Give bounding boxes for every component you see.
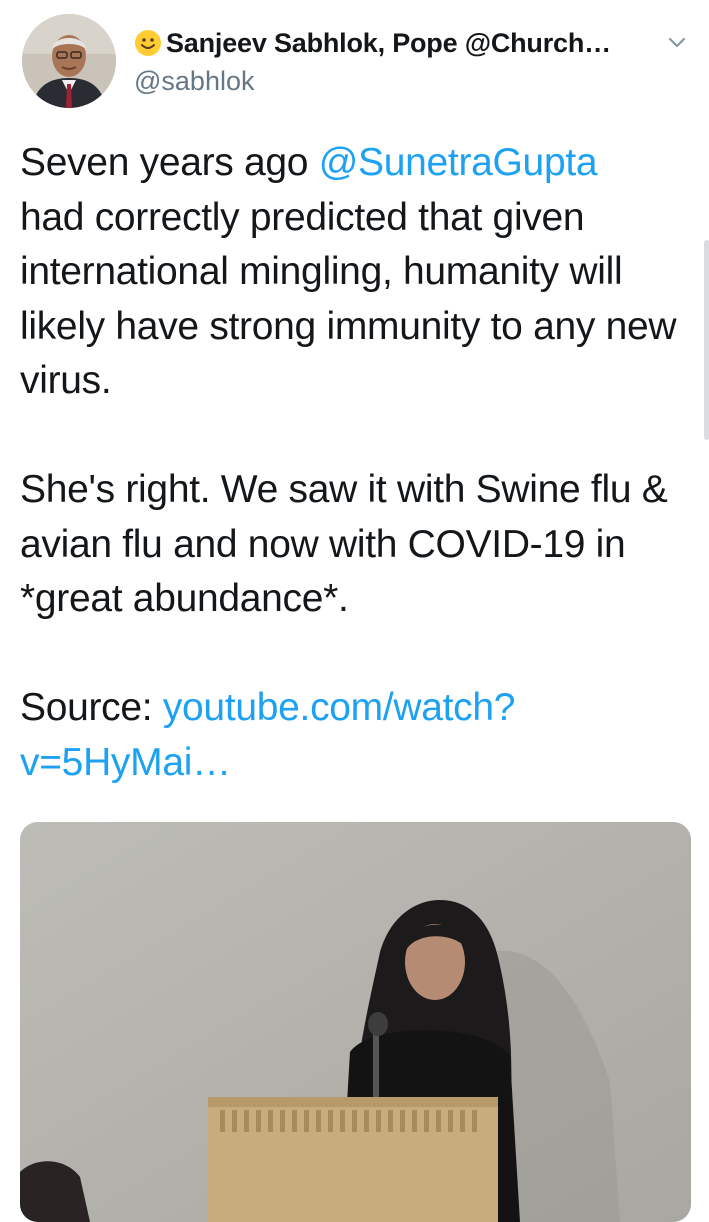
author-handle[interactable]: @sabhlok (134, 66, 664, 97)
tweet[interactable]: Sanjeev Sabhlok, Pope @Church… @sabhlok … (0, 0, 709, 1222)
scrollbar[interactable] (704, 240, 709, 440)
tweet-paragraph-1: Seven years ago @SunetraGupta had correct… (20, 136, 690, 409)
smiley-icon (135, 30, 161, 56)
mention-link[interactable]: @SunetraGupta (319, 141, 598, 184)
avatar[interactable] (22, 14, 116, 108)
tweet-text: Seven years ago @SunetraGupta had correct… (20, 136, 690, 790)
text-body: had correctly predicted that given inter… (20, 195, 677, 403)
author-name-row[interactable]: Sanjeev Sabhlok, Pope @Church… (134, 24, 664, 62)
source-label: Source: (20, 686, 163, 729)
chevron-down-icon[interactable] (665, 30, 689, 54)
video-thumbnail[interactable] (20, 822, 691, 1222)
tweet-paragraph-3: Source: youtube.com/watch?v=5HyMai… (20, 681, 690, 790)
tweet-header: Sanjeev Sabhlok, Pope @Church… @sabhlok (134, 24, 664, 97)
author-display-name[interactable]: Sanjeev Sabhlok, Pope @Church… (166, 28, 611, 59)
text-prefix: Seven years ago (20, 141, 319, 184)
tweet-paragraph-2: She's right. We saw it with Swine flu & … (20, 468, 668, 620)
